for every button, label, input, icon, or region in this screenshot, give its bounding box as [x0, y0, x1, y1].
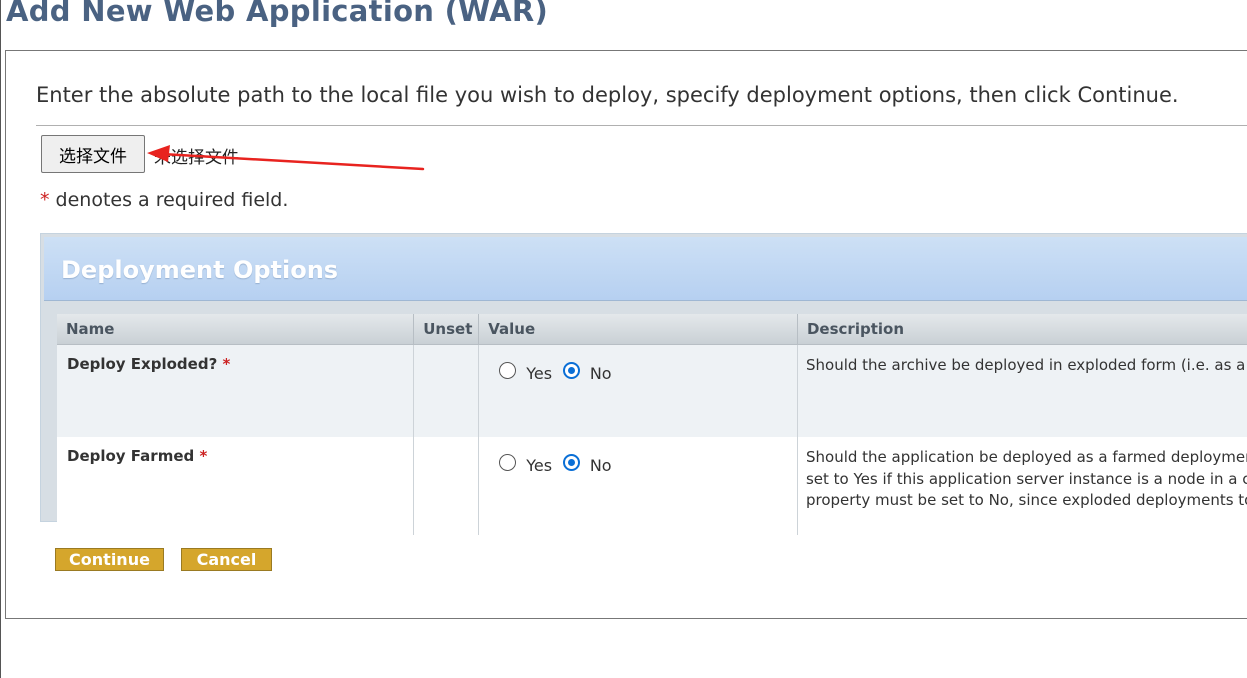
radio-no-label: No [589, 364, 612, 383]
unset-cell [413, 437, 480, 535]
deployment-options-title: Deployment Options [61, 256, 339, 284]
divider [36, 125, 1247, 126]
radio-yes-label: Yes [526, 456, 553, 475]
table-row: Deploy Exploded? * Yes No Should the arc… [57, 344, 1247, 437]
radio-no[interactable] [562, 454, 580, 471]
instructions-text: Enter the absolute path to the local fil… [36, 83, 1179, 107]
option-name: Deploy Exploded? [67, 355, 218, 373]
radio-option-yes[interactable]: Yes [499, 361, 553, 383]
description-line: Should the application be deployed as a … [805, 448, 1247, 466]
column-header-unset: Unset [413, 314, 480, 345]
table-header-row: Name Unset Value Description [57, 314, 1247, 345]
option-name-cell: Deploy Farmed * [57, 437, 415, 535]
choose-file-button[interactable]: 选择文件 [41, 135, 145, 173]
continue-button[interactable]: Continue [55, 548, 164, 571]
unset-cell [413, 344, 480, 437]
radio-option-no[interactable]: No [562, 361, 612, 383]
deployment-options-table: Name Unset Value Description Deploy Expl… [57, 314, 1247, 535]
required-asterisk: * [199, 447, 208, 465]
window-left-border [0, 0, 1, 678]
radio-no-label: No [589, 456, 612, 475]
value-cell: Yes No [478, 344, 798, 437]
deployment-options-header: Deployment Options [44, 237, 1247, 301]
required-note-text: denotes a required field. [55, 189, 289, 211]
radio-no[interactable] [562, 362, 580, 379]
required-note: * denotes a required field. [40, 189, 288, 211]
required-asterisk: * [40, 189, 50, 211]
description-line: property must be set to No, since explod… [805, 491, 1247, 509]
description-line: Should the archive be deployed in explod… [805, 356, 1246, 374]
option-name: Deploy Farmed [67, 447, 195, 465]
cancel-button[interactable]: Cancel [181, 548, 272, 571]
column-header-description: Description [797, 314, 1247, 345]
red-arrow-annotation [147, 145, 425, 171]
required-asterisk: * [222, 355, 231, 373]
radio-option-yes[interactable]: Yes [499, 453, 553, 475]
description-cell: Should the application be deployed as a … [797, 437, 1247, 535]
column-header-value: Value [478, 314, 798, 345]
radio-yes[interactable] [499, 454, 517, 471]
page-title: Add New Web Application (WAR) [6, 0, 549, 28]
radio-option-no[interactable]: No [562, 453, 612, 475]
column-header-name: Name [57, 314, 415, 345]
radio-yes-label: Yes [526, 364, 553, 383]
description-cell: Should the archive be deployed in explod… [797, 344, 1247, 437]
radio-yes[interactable] [499, 362, 517, 379]
option-name-cell: Deploy Exploded? * [57, 344, 415, 437]
table-row: Deploy Farmed * Yes No Should the applic… [57, 437, 1247, 535]
value-cell: Yes No [478, 437, 798, 535]
description-line: set to Yes if this application server in… [805, 469, 1247, 488]
